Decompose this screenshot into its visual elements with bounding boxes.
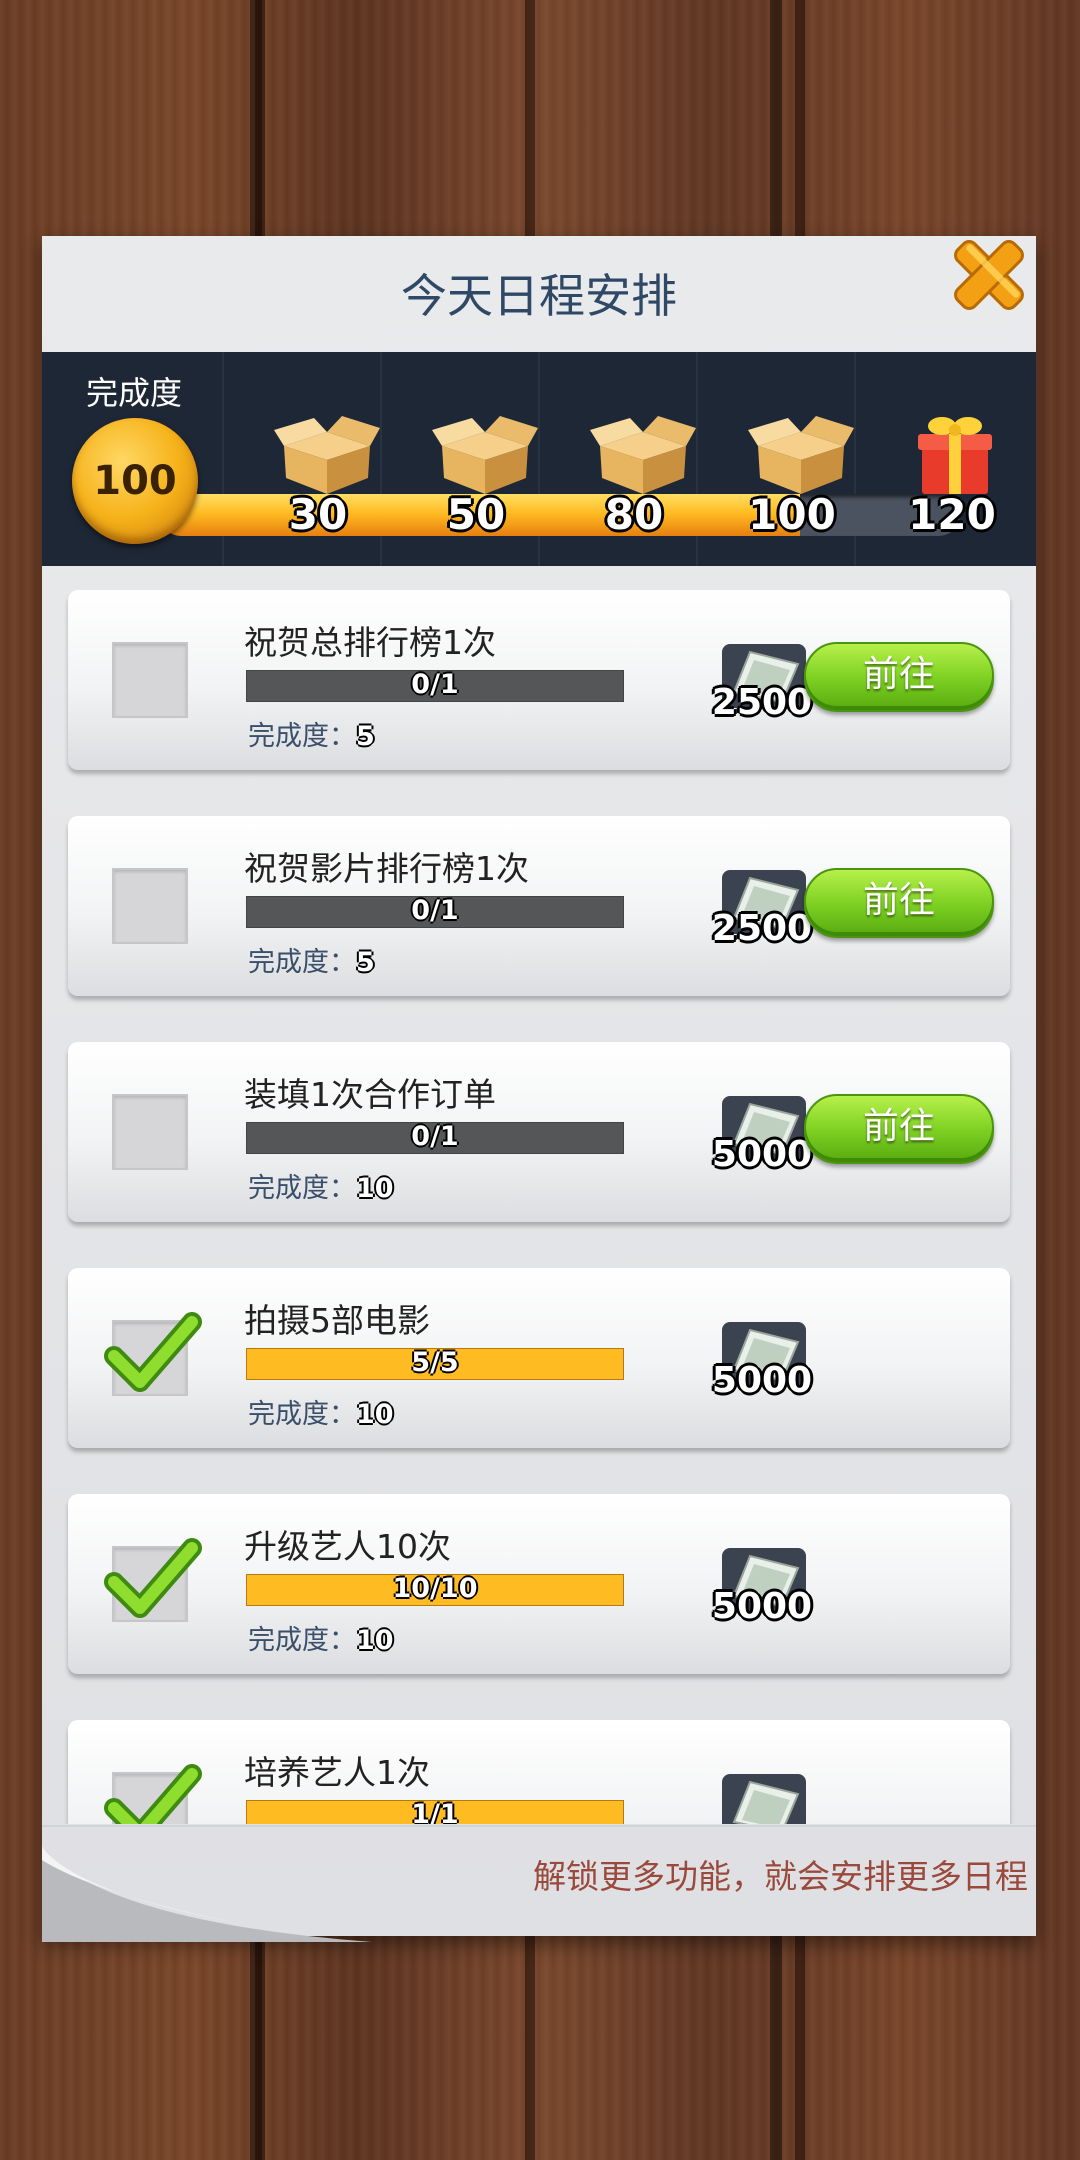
completion-prefix: 完成度： [248, 1625, 356, 1656]
reward-amount: 5000 [711, 1360, 813, 1401]
gift-icon[interactable] [900, 408, 1010, 498]
go-button[interactable]: 前往 [804, 868, 994, 938]
go-button[interactable]: 前往 [804, 642, 994, 712]
completion-value: 5 [356, 721, 375, 752]
task-progress-bar: 0/1 [246, 669, 624, 702]
task-card: 装填1次合作订单 0/1 完成度：10 5000 前往 [68, 1042, 1010, 1222]
task-name: 装填1次合作订单 [244, 1075, 496, 1114]
completion-value: 10 [356, 1173, 394, 1204]
checkmark-icon [104, 1538, 202, 1618]
box-icon[interactable] [430, 408, 540, 498]
completion-value: 10 [356, 1399, 394, 1430]
completion-prefix: 完成度： [248, 1399, 356, 1430]
task-completion: 完成度：10 [248, 1618, 394, 1657]
task-progress-bar: 10/10 [246, 1573, 624, 1606]
task-name: 拍摄5部电影 [244, 1301, 430, 1340]
task-progress-bar: 5/5 [246, 1347, 624, 1380]
task-progress-text: 10/10 [392, 1573, 478, 1604]
task-card: 升级艺人10次 10/10 完成度：10 5000 [68, 1494, 1010, 1674]
task-name: 祝贺影片排行榜1次 [244, 849, 529, 888]
footer-hint: 解锁更多功能，就会安排更多日程 [533, 1857, 1028, 1896]
task-progress-text: 0/1 [411, 895, 459, 926]
box-icon[interactable] [588, 408, 698, 498]
checkmark-icon [104, 1764, 202, 1824]
close-icon[interactable] [944, 230, 1034, 320]
box-icon[interactable] [746, 408, 856, 498]
task-card: 培养艺人1次 1/1 [68, 1720, 1010, 1824]
task-completion: 完成度：10 [248, 1166, 394, 1205]
task-completion: 完成度：5 [248, 714, 375, 753]
task-name: 升级艺人10次 [244, 1527, 451, 1566]
task-list[interactable]: 祝贺总排行榜1次 0/1 完成度：5 2500 前往 祝贺影片排行榜1次 0/1… [42, 568, 1036, 1824]
task-progress-bar: 0/1 [246, 895, 624, 928]
task-name: 培养艺人1次 [244, 1753, 430, 1792]
task-name: 祝贺总排行榜1次 [244, 623, 496, 662]
task-completion: 完成度：5 [248, 940, 375, 979]
task-checkbox [112, 642, 188, 718]
task-checkbox [112, 1094, 188, 1170]
task-progress-bar: 1/1 [246, 1799, 624, 1824]
task-progress-text: 0/1 [411, 669, 459, 700]
task-progress-bar: 0/1 [246, 1121, 624, 1154]
milestone-value: 50 [446, 490, 506, 539]
completion-score-coin: 100 [72, 418, 198, 544]
milestone-value: 30 [288, 490, 348, 539]
cash-icon [722, 1774, 806, 1824]
task-card: 祝贺总排行榜1次 0/1 完成度：5 2500 前往 [68, 590, 1010, 770]
task-card: 拍摄5部电影 5/5 完成度：10 5000 [68, 1268, 1010, 1448]
task-checkbox [112, 868, 188, 944]
milestone-value: 100 [748, 490, 836, 539]
footer-divider [42, 1825, 1036, 1827]
checkmark-icon [104, 1312, 202, 1392]
completion-prefix: 完成度： [248, 721, 356, 752]
go-button[interactable]: 前往 [804, 1094, 994, 1164]
milestone-value: 120 [908, 490, 996, 539]
completion-label: 完成度 [86, 374, 183, 412]
page-curl [42, 1846, 372, 1942]
completion-value: 5 [356, 947, 375, 978]
task-progress-text: 5/5 [411, 1347, 459, 1378]
panel-title: 今天日程安排 [401, 269, 677, 323]
task-progress-text: 0/1 [411, 1121, 459, 1152]
task-completion: 完成度：10 [248, 1392, 394, 1431]
completion-prefix: 完成度： [248, 947, 356, 978]
milestone-value: 80 [604, 490, 664, 539]
task-card: 祝贺影片排行榜1次 0/1 完成度：5 2500 前往 [68, 816, 1010, 996]
reward-amount: 5000 [711, 1586, 813, 1627]
completion-prefix: 完成度： [248, 1173, 356, 1204]
task-progress-text: 1/1 [411, 1799, 459, 1824]
completion-value: 10 [356, 1625, 394, 1656]
box-icon[interactable] [272, 408, 382, 498]
